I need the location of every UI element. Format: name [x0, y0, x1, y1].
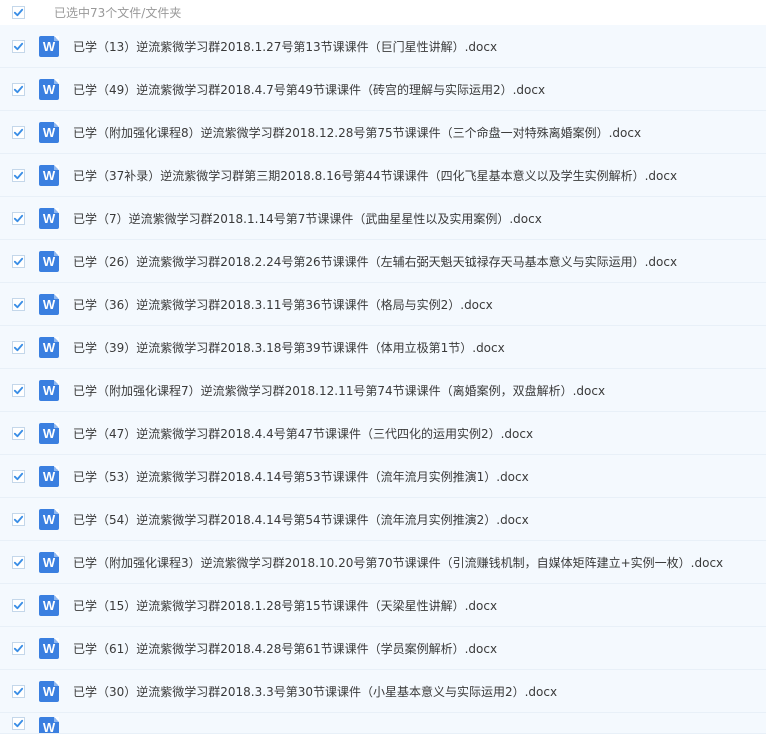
file-row[interactable]: W 已学（61）逆流紫微学习群2018.4.28号第61节课课件（学员案例解析）.… [0, 627, 766, 670]
row-checkbox[interactable] [12, 426, 25, 440]
file-row[interactable]: W 已学（39）逆流紫微学习群2018.3.18号第39节课课件（体用立极第1节）… [0, 326, 766, 369]
file-name[interactable]: 已学（15）逆流紫微学习群2018.1.28号第15节课课件（天梁星性讲解）.d… [73, 597, 497, 614]
checkmark-icon [13, 257, 24, 265]
checkmark-icon [13, 42, 24, 50]
checkmark-icon [13, 343, 24, 351]
row-checkbox[interactable] [12, 168, 25, 182]
word-doc-icon: W [39, 551, 59, 573]
file-row[interactable]: W 已学（30）逆流紫微学习群2018.3.3号第30节课课件（小星基本意义与实际… [0, 670, 766, 713]
row-checkbox[interactable] [12, 254, 25, 268]
row-checkbox[interactable] [12, 211, 25, 225]
file-name[interactable]: 已学（附加强化课程7）逆流紫微学习群2018.12.11号第74节课课件（离婚案… [73, 382, 605, 399]
file-row[interactable]: W 已学（附加强化课程7）逆流紫微学习群2018.12.11号第74节课课件（离婚… [0, 369, 766, 412]
checkmark-icon [13, 472, 24, 480]
file-row[interactable]: W 已学（47）逆流紫微学习群2018.4.4号第47节课课件（三代四化的运用实例… [0, 412, 766, 455]
file-name[interactable]: 已学（49）逆流紫微学习群2018.4.7号第49节课课件（砖宫的理解与实际运用… [73, 81, 545, 98]
row-checkbox[interactable] [12, 82, 25, 96]
checkmark-icon [13, 687, 24, 695]
file-name[interactable]: 已学（7）逆流紫微学习群2018.1.14号第7节课课件（武曲星星性以及实用案例… [73, 210, 542, 227]
checkmark-icon [13, 719, 24, 728]
word-doc-icon: W [39, 637, 59, 659]
file-name[interactable]: 已学（30）逆流紫微学习群2018.3.3号第30节课课件（小星基本意义与实际运… [73, 683, 557, 700]
row-checkbox[interactable] [12, 469, 25, 483]
file-row[interactable]: W 已学（37补录）逆流紫微学习群第三期2018.8.16号第44节课课件（四化飞… [0, 154, 766, 197]
file-row[interactable]: W 已学（36）逆流紫微学习群2018.3.11号第36节课课件（格局与实例2）.… [0, 283, 766, 326]
file-row[interactable]: W 已学（附加强化课程3）逆流紫微学习群2018.10.20号第70节课课件（引流… [0, 541, 766, 584]
file-row[interactable]: W 已学（53）逆流紫微学习群2018.4.14号第53节课课件（流年流月实例推演… [0, 455, 766, 498]
checkmark-icon [13, 386, 24, 394]
file-row-partial[interactable]: W [0, 713, 766, 734]
select-all-checkbox[interactable] [12, 6, 25, 19]
word-doc-icon: W [39, 35, 59, 57]
word-doc-icon: W [39, 207, 59, 229]
file-name[interactable]: 已学（39）逆流紫微学习群2018.3.18号第39节课课件（体用立极第1节）.… [73, 339, 505, 356]
word-doc-icon: W [39, 465, 59, 487]
file-list: W 已学（13）逆流紫微学习群2018.1.27号第13节课课件（巨门星性讲解）.… [0, 25, 766, 713]
word-doc-icon: W [39, 508, 59, 530]
word-doc-icon: W [39, 594, 59, 616]
checkmark-icon [13, 8, 24, 17]
word-doc-icon: W [39, 422, 59, 444]
file-row[interactable]: W 已学（26）逆流紫微学习群2018.2.24号第26节课课件（左辅右弼天魁天钺… [0, 240, 766, 283]
checkmark-icon [13, 128, 24, 136]
word-doc-icon: W [39, 379, 59, 401]
row-checkbox[interactable] [12, 598, 25, 612]
checkmark-icon [13, 601, 24, 609]
file-name[interactable]: 已学（53）逆流紫微学习群2018.4.14号第53节课课件（流年流月实例推演1… [73, 468, 529, 485]
file-name[interactable]: 已学（13）逆流紫微学习群2018.1.27号第13节课课件（巨门星性讲解）.d… [73, 38, 497, 55]
word-doc-icon: W [39, 164, 59, 186]
row-checkbox[interactable] [12, 555, 25, 569]
word-doc-icon: W [39, 680, 59, 702]
word-doc-icon: W [39, 717, 59, 733]
file-row[interactable]: W 已学（13）逆流紫微学习群2018.1.27号第13节课课件（巨门星性讲解）.… [0, 25, 766, 68]
row-checkbox[interactable] [12, 383, 25, 397]
file-row[interactable]: W 已学（49）逆流紫微学习群2018.4.7号第49节课课件（砖宫的理解与实际运… [0, 68, 766, 111]
row-checkbox[interactable] [12, 717, 25, 730]
checkmark-icon [13, 558, 24, 566]
file-row[interactable]: W 已学（54）逆流紫微学习群2018.4.14号第54节课课件（流年流月实例推演… [0, 498, 766, 541]
file-row[interactable]: W 已学（7）逆流紫微学习群2018.1.14号第7节课课件（武曲星星性以及实用案… [0, 197, 766, 240]
checkmark-icon [13, 515, 24, 523]
selection-count-label: 已选中73个文件/文件夹 [54, 6, 182, 20]
checkmark-icon [13, 644, 24, 652]
file-name[interactable]: 已学（附加强化课程8）逆流紫微学习群2018.12.28号第75节课课件（三个命… [73, 124, 641, 141]
file-name[interactable]: 已学（47）逆流紫微学习群2018.4.4号第47节课课件（三代四化的运用实例2… [73, 425, 533, 442]
word-doc-icon: W [39, 250, 59, 272]
row-checkbox[interactable] [12, 39, 25, 53]
word-doc-icon: W [39, 336, 59, 358]
row-checkbox[interactable] [12, 641, 25, 655]
file-row[interactable]: W 已学（15）逆流紫微学习群2018.1.28号第15节课课件（天梁星性讲解）.… [0, 584, 766, 627]
file-name[interactable]: 已学（附加强化课程3）逆流紫微学习群2018.10.20号第70节课课件（引流赚… [73, 554, 723, 571]
row-checkbox[interactable] [12, 125, 25, 139]
file-name[interactable]: 已学（26）逆流紫微学习群2018.2.24号第26节课课件（左辅右弼天魁天钺禄… [73, 253, 677, 270]
checkmark-icon [13, 214, 24, 222]
row-checkbox[interactable] [12, 297, 25, 311]
checkmark-icon [13, 85, 24, 93]
checkmark-icon [13, 171, 24, 179]
file-name[interactable]: 已学（61）逆流紫微学习群2018.4.28号第61节课课件（学员案例解析）.d… [73, 640, 497, 657]
row-checkbox[interactable] [12, 340, 25, 354]
word-doc-icon: W [39, 121, 59, 143]
row-checkbox[interactable] [12, 512, 25, 526]
file-name[interactable]: 已学（37补录）逆流紫微学习群第三期2018.8.16号第44节课课件（四化飞星… [73, 167, 677, 184]
selection-header: 已选中73个文件/文件夹 [0, 0, 766, 25]
file-name[interactable]: 已学（36）逆流紫微学习群2018.3.11号第36节课课件（格局与实例2）.d… [73, 296, 493, 313]
word-doc-icon: W [39, 293, 59, 315]
checkmark-icon [13, 300, 24, 308]
word-doc-icon: W [39, 78, 59, 100]
file-name[interactable]: 已学（54）逆流紫微学习群2018.4.14号第54节课课件（流年流月实例推演2… [73, 511, 529, 528]
row-checkbox[interactable] [12, 684, 25, 698]
file-row[interactable]: W 已学（附加强化课程8）逆流紫微学习群2018.12.28号第75节课课件（三个… [0, 111, 766, 154]
checkmark-icon [13, 429, 24, 437]
